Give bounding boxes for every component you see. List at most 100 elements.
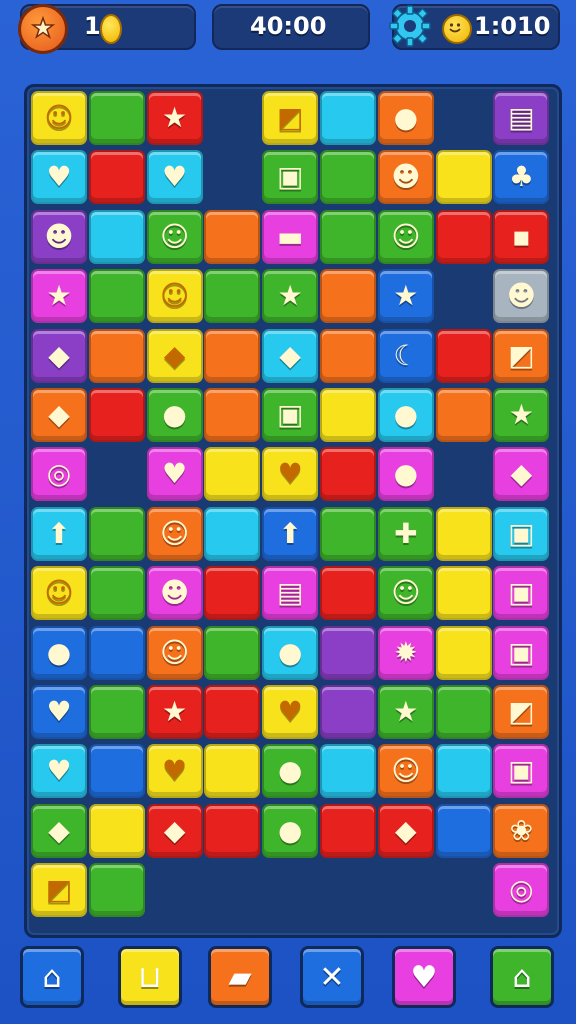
- exit-button[interactable]: ⌂: [490, 946, 554, 1008]
- tile-r4-c6[interactable]: ☾: [377, 328, 434, 383]
- tile-r8-c5[interactable]: [320, 566, 376, 621]
- tile-r9-c8[interactable]: ▣: [493, 625, 550, 680]
- tile-r4-c0[interactable]: ◆: [31, 328, 87, 383]
- tile-r1-c5[interactable]: [320, 150, 376, 205]
- tile-r10-c7[interactable]: [435, 685, 492, 739]
- tile-r7-c6[interactable]: ✚: [377, 506, 434, 561]
- tile-r4-c4[interactable]: ◆: [262, 328, 319, 383]
- tile-r11-c7[interactable]: [435, 744, 492, 799]
- tile-r0-c2[interactable]: ★: [146, 91, 203, 145]
- tile-r1-c1[interactable]: [88, 150, 145, 205]
- tile-r2-c8[interactable]: ▪: [493, 209, 550, 264]
- tile-r2-c1[interactable]: [88, 209, 145, 264]
- tile-r5-c2[interactable]: ●: [146, 388, 203, 442]
- tile-r12-c8[interactable]: ❀: [493, 803, 550, 858]
- tile-r11-c1[interactable]: [88, 744, 145, 799]
- tile-r9-c7[interactable]: [435, 625, 492, 680]
- tile-r6-c0[interactable]: ◎: [31, 447, 87, 502]
- tile-r8-c3[interactable]: [204, 566, 261, 621]
- tile-r1-c0[interactable]: ♥: [31, 150, 87, 205]
- tile-r12-c3[interactable]: [204, 803, 261, 858]
- tile-r7-c1[interactable]: [88, 506, 145, 561]
- tile-r3-c6[interactable]: ★: [377, 269, 434, 324]
- tile-r3-c1[interactable]: [88, 269, 145, 324]
- tile-r3-c0[interactable]: ★: [31, 269, 87, 324]
- tile-r12-c6[interactable]: ◆: [377, 803, 434, 858]
- tile-r7-c4[interactable]: ⬆: [262, 506, 319, 561]
- tile-r0-c0[interactable]: ☺: [31, 91, 87, 145]
- gear-icon[interactable]: [388, 4, 432, 48]
- tile-r7-c5[interactable]: [320, 506, 376, 561]
- tile-r5-c1[interactable]: [88, 388, 145, 442]
- tile-r0-c5[interactable]: [320, 91, 376, 145]
- tile-r1-c7[interactable]: [435, 150, 492, 205]
- tile-r1-c6[interactable]: ☻: [377, 150, 434, 205]
- tile-r3-c8[interactable]: ☻: [493, 269, 550, 324]
- tile-r4-c8[interactable]: ◩: [493, 328, 550, 383]
- tile-r6-c4[interactable]: ♥: [262, 447, 319, 502]
- home-button[interactable]: ⌂: [20, 946, 84, 1008]
- tile-r9-c5[interactable]: [320, 625, 376, 680]
- tile-r2-c4[interactable]: ▬: [262, 209, 319, 264]
- tile-r1-c2[interactable]: ♥: [146, 150, 203, 205]
- tile-r8-c7[interactable]: [435, 566, 492, 621]
- tile-r8-c4[interactable]: ▤: [262, 566, 319, 621]
- tile-r7-c2[interactable]: ☺: [146, 506, 203, 561]
- tile-r12-c2[interactable]: ◆: [146, 803, 203, 858]
- tile-r5-c8[interactable]: ★: [493, 388, 550, 442]
- tile-r10-c3[interactable]: [204, 685, 261, 739]
- tile-r0-c6[interactable]: ●: [377, 91, 434, 145]
- tile-r3-c4[interactable]: ★: [262, 269, 319, 324]
- tile-r6-c8[interactable]: ◆: [493, 447, 550, 502]
- tile-r9-c4[interactable]: ●: [262, 625, 319, 680]
- tile-r8-c8[interactable]: ▣: [493, 566, 550, 621]
- tile-r11-c3[interactable]: [204, 744, 261, 799]
- tile-r5-c6[interactable]: ●: [377, 388, 434, 442]
- tile-r2-c2[interactable]: ☺: [146, 209, 203, 264]
- tile-r12-c7[interactable]: [435, 803, 492, 858]
- tile-r5-c4[interactable]: ▣: [262, 388, 319, 442]
- tile-r9-c0[interactable]: ●: [31, 625, 87, 680]
- tile-r4-c5[interactable]: [320, 328, 376, 383]
- tile-r0-c1[interactable]: [88, 91, 145, 145]
- tile-r7-c8[interactable]: ▣: [493, 506, 550, 561]
- tile-r9-c6[interactable]: ✹: [377, 625, 434, 680]
- tile-r5-c5[interactable]: [320, 388, 376, 442]
- tile-r8-c6[interactable]: ☺: [377, 566, 434, 621]
- tile-r11-c6[interactable]: ☺: [377, 744, 434, 799]
- tile-r10-c8[interactable]: ◩: [493, 685, 550, 739]
- tile-r12-c5[interactable]: [320, 803, 376, 858]
- tile-r10-c6[interactable]: ★: [377, 685, 434, 739]
- tile-r2-c6[interactable]: ☺: [377, 209, 434, 264]
- tile-r10-c4[interactable]: ♥: [262, 685, 319, 739]
- tile-r7-c7[interactable]: [435, 506, 492, 561]
- tile-r2-c7[interactable]: [435, 209, 492, 264]
- tile-r10-c5[interactable]: [320, 685, 376, 739]
- tile-r4-c7[interactable]: [435, 328, 492, 383]
- tile-r12-c0[interactable]: ◆: [31, 803, 87, 858]
- tile-r12-c4[interactable]: ●: [262, 803, 319, 858]
- tile-r9-c2[interactable]: ☺: [146, 625, 203, 680]
- tile-r5-c7[interactable]: [435, 388, 492, 442]
- tile-r9-c3[interactable]: [204, 625, 261, 680]
- magic-wand-icon[interactable]: [18, 4, 68, 54]
- tile-r11-c4[interactable]: ●: [262, 744, 319, 799]
- tile-r1-c8[interactable]: ♣: [493, 150, 550, 205]
- tile-r7-c0[interactable]: ⬆: [31, 506, 87, 561]
- tile-r4-c3[interactable]: [204, 328, 261, 383]
- favorite-button[interactable]: ♥: [392, 946, 456, 1008]
- tile-r12-c1[interactable]: [88, 803, 145, 858]
- tile-r6-c2[interactable]: ♥: [146, 447, 203, 502]
- cards-button[interactable]: ▰: [208, 946, 272, 1008]
- tile-r4-c1[interactable]: [88, 328, 145, 383]
- tile-r13-c8[interactable]: ◎: [493, 863, 550, 918]
- tile-r0-c8[interactable]: ▤: [493, 91, 550, 145]
- tile-r8-c0[interactable]: ☺: [31, 566, 87, 621]
- tile-r2-c0[interactable]: ☻: [31, 209, 87, 264]
- tile-r3-c2[interactable]: ☺: [146, 269, 203, 324]
- tile-r6-c3[interactable]: [204, 447, 261, 502]
- tile-r3-c5[interactable]: [320, 269, 376, 324]
- tools-button[interactable]: ✕: [300, 946, 364, 1008]
- tile-r6-c6[interactable]: ●: [377, 447, 434, 502]
- tile-r9-c1[interactable]: [88, 625, 145, 680]
